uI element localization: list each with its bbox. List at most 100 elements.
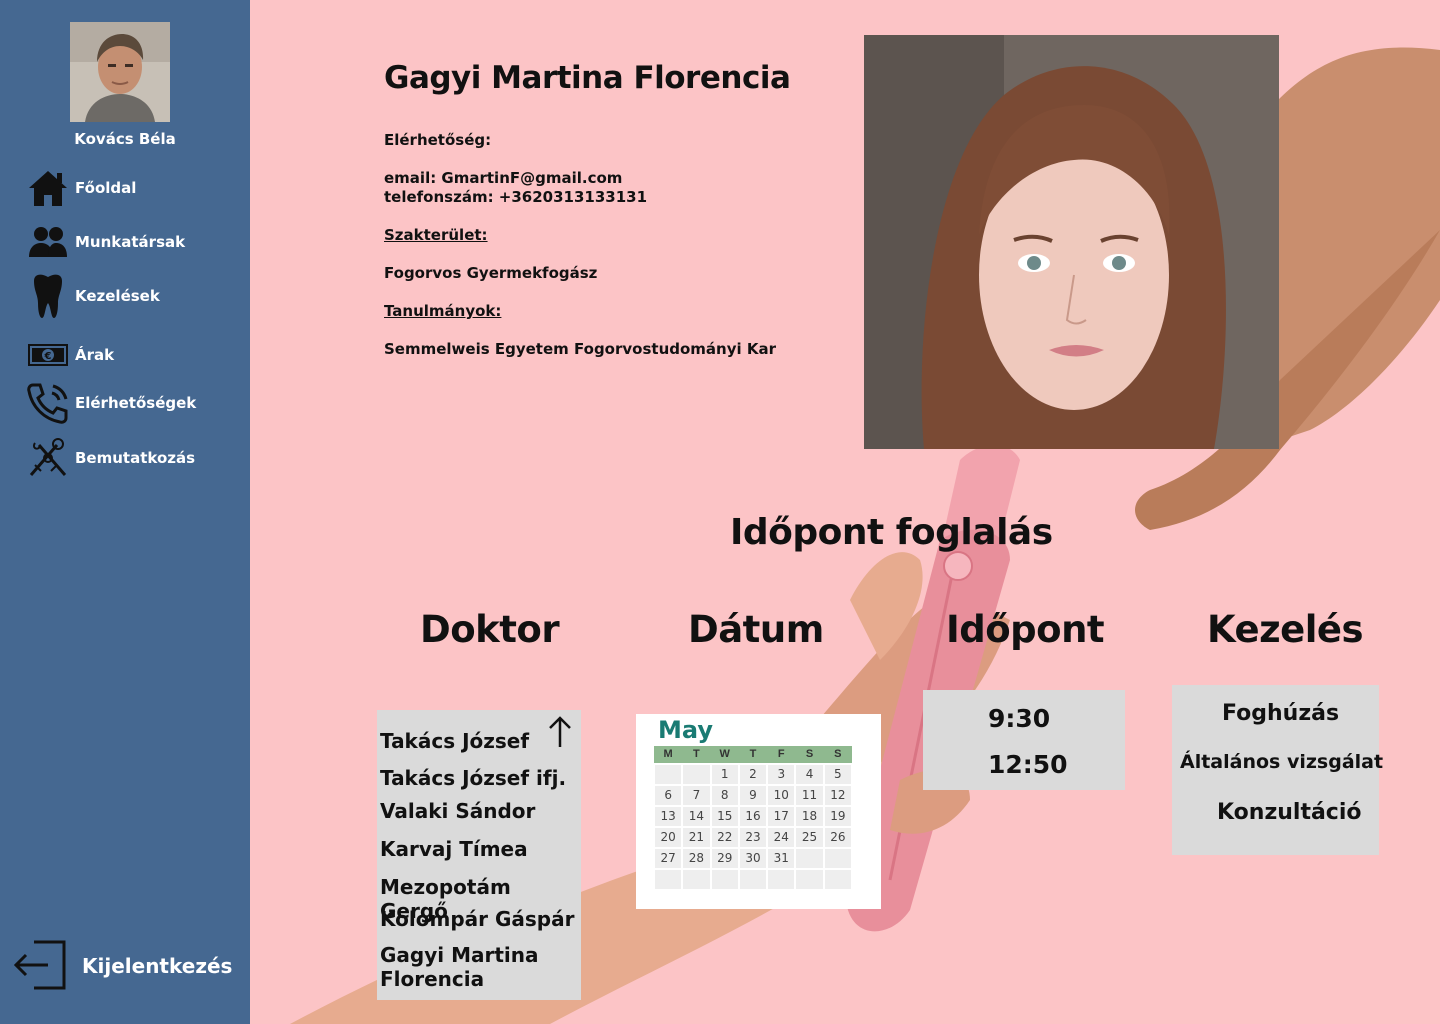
calendar-day[interactable]: 3 [768,765,795,784]
doctor-option[interactable]: Takács József ifj. [380,766,566,790]
calendar-day[interactable]: 20 [655,828,682,847]
treatment-column-heading: Kezelés [1207,608,1364,651]
calendar-day[interactable] [711,870,738,889]
studies-text: Semmelweis Egyetem Fogorvostudományi Kar [384,340,777,358]
calendar-day[interactable] [655,870,682,889]
sidebar-item-prices[interactable]: € Árak [26,333,114,377]
time-slot-option[interactable]: 9:30 [988,704,1050,733]
calendar-day[interactable]: 19 [824,807,851,826]
calendar-day[interactable]: 31 [768,849,795,868]
doctor-option[interactable]: Takács József [380,729,529,753]
calendar-day[interactable] [796,849,823,868]
calendar-day[interactable] [796,870,823,889]
calendar-day[interactable]: 5 [824,765,851,784]
sidebar-item-label: Kezelések [75,287,160,305]
calendar-day[interactable]: 21 [683,828,710,847]
calendar-day[interactable]: 23 [739,828,767,847]
calendar-weekday: W [719,748,730,760]
calendar-day[interactable] [683,765,710,784]
calendar-day[interactable]: 2 [739,765,767,784]
calendar-day[interactable]: 13 [655,807,682,826]
calendar-week-row: 12345 [654,763,852,784]
doctor-option-continued[interactable]: Florencia [380,967,484,991]
calendar-day[interactable] [739,870,767,889]
calendar-grid: M T W T F S S 1 2 3 4 5 6 7 8 9 10 11 12 13 14 15 16 17 1… [654,746,852,889]
treatment-option[interactable]: Általános vizsgálat [1180,751,1383,773]
scroll-up-arrow-icon[interactable] [548,716,572,748]
doctor-photo [864,35,1279,449]
calendar-day[interactable]: 28 [683,849,710,868]
calendar-day[interactable] [824,870,851,889]
doctor-list[interactable]: Takács József Takács József ifj. Valaki … [377,710,581,1000]
calendar-day[interactable]: 24 [768,828,795,847]
calendar-day[interactable]: 12 [824,786,851,805]
calendar-week-row: 27 28 29 30 31 [654,847,852,868]
calendar-day[interactable]: 22 [711,828,738,847]
calendar-week-row: 6 7 8 9 10 11 12 [654,784,852,805]
date-column-heading: Dátum [688,608,824,651]
calendar-day[interactable] [768,870,795,889]
svg-text:€: € [44,351,52,362]
time-column-heading: Időpont [946,608,1105,651]
sidebar-item-label: Bemutatkozás [75,449,196,467]
specialty-heading: Szakterület: [384,226,488,244]
calendar-day[interactable]: 11 [796,786,823,805]
people-icon [26,220,70,264]
sidebar-item-home[interactable]: Főoldal [26,166,136,210]
calendar-day[interactable]: 16 [739,807,767,826]
treatment-option[interactable]: Konzultáció [1217,800,1362,825]
calendar-day[interactable]: 4 [796,765,823,784]
money-icon: € [26,333,70,377]
calendar-day[interactable]: 7 [683,786,710,805]
time-slot-option[interactable]: 12:50 [988,750,1068,779]
doctor-option[interactable]: Gagyi Martina [380,943,539,967]
logout-icon [13,940,66,990]
sidebar-item-treatments[interactable]: Kezelések [26,274,160,318]
calendar-weekday: T [693,748,700,760]
doctor-column-heading: Doktor [420,608,560,651]
calendar-day[interactable]: 27 [655,849,682,868]
doctor-option[interactable]: Karvaj Tímea [380,837,528,861]
calendar-day[interactable]: 26 [824,828,851,847]
calendar-day[interactable]: 18 [796,807,823,826]
calendar-day[interactable]: 29 [711,849,738,868]
calendar-day[interactable]: 30 [739,849,767,868]
booking-title: Időpont foglalás [730,512,1053,553]
time-slot-list[interactable]: 9:30 12:50 [923,690,1125,790]
sidebar-item-label: Munkatársak [75,233,186,251]
treatment-list[interactable]: Foghúzás Általános vizsgálat Konzultáció [1172,685,1383,855]
calendar-day[interactable] [683,870,710,889]
calendar-day[interactable]: 9 [739,786,767,805]
home-icon [26,166,70,210]
calendar-day[interactable]: 15 [711,807,738,826]
tooth-icon [26,274,70,318]
doctor-name-heading: Gagyi Martina Florencia [384,60,791,96]
sidebar-item-introduction[interactable]: Bemutatkozás [26,436,195,480]
calendar-day[interactable]: 17 [768,807,795,826]
calendar-week-row [654,868,852,889]
avatar[interactable] [70,22,170,122]
calendar-day[interactable]: 25 [796,828,823,847]
sidebar: Kovács Béla Főoldal Munkatársak Kezelése… [0,0,250,1024]
treatment-option[interactable]: Foghúzás [1222,701,1339,726]
logout-button[interactable]: Kijelentkezés [12,940,232,992]
phone-icon [26,381,70,425]
calendar-day[interactable]: 8 [711,786,738,805]
phone-text: telefonszám: +3620313133131 [384,188,648,206]
calendar-day[interactable]: 1 [711,765,738,784]
date-picker-calendar[interactable]: May M T W T F S S 1 2 3 4 5 6 7 8 9 10 11 12 13 14 15 1… [636,714,881,909]
user-photo [70,22,170,122]
calendar-day[interactable] [655,765,682,784]
studies-heading: Tanulmányok: [384,302,502,320]
doctor-option[interactable]: Valaki Sándor [380,799,535,823]
doctor-option[interactable]: Kolompár Gáspár [380,907,574,931]
calendar-day[interactable]: 6 [655,786,682,805]
sidebar-item-colleagues[interactable]: Munkatársak [26,220,185,264]
specialty-text: Fogorvos Gyermekfogász [384,264,598,282]
sidebar-item-contacts[interactable]: Elérhetőségek [26,381,196,425]
calendar-week-row: 20 21 22 23 24 25 26 [654,826,852,847]
calendar-day[interactable]: 10 [768,786,795,805]
user-name: Kovács Béla [74,130,176,148]
calendar-day[interactable] [824,849,851,868]
calendar-day[interactable]: 14 [683,807,710,826]
